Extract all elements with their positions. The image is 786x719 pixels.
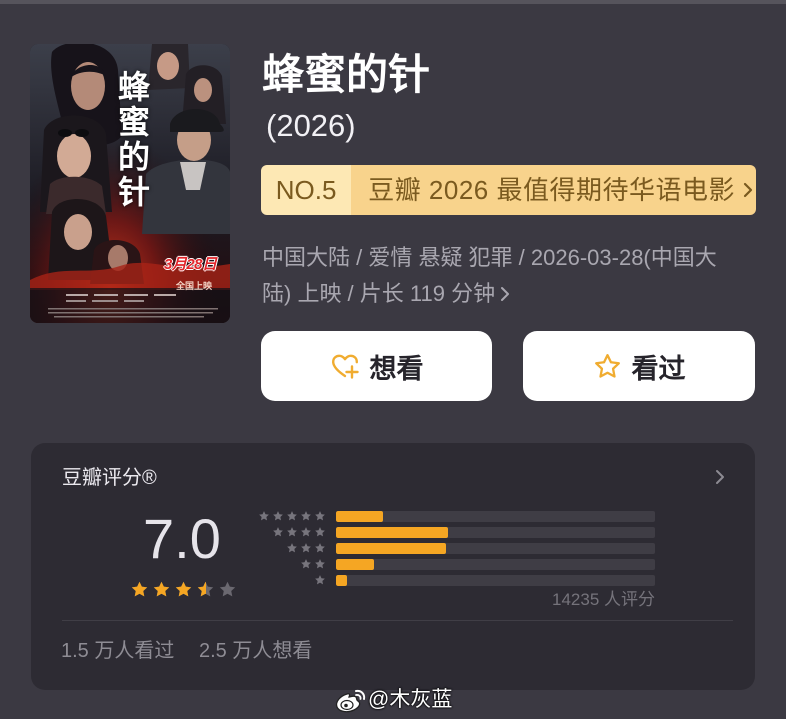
distribution-star-label (226, 510, 326, 522)
distribution-star-label (226, 526, 326, 538)
divider (62, 620, 733, 621)
distribution-bar-fill (336, 574, 348, 586)
small-star-icon (259, 511, 269, 521)
want-to-watch-button[interactable]: 想看 (261, 331, 492, 401)
small-star-icon (315, 527, 325, 537)
small-star-icon (301, 511, 311, 521)
rank-list-link[interactable]: 豆瓣 2026 最值得期待华语电影 (351, 165, 756, 215)
movie-meta-info[interactable]: 中国大陆 / 爱情 悬疑 犯罪 / 2026-03-28(中国大陆) 上映 / … (262, 240, 732, 312)
small-star-icon (287, 527, 297, 537)
movie-meta-text: 中国大陆 / 爱情 悬疑 犯罪 / 2026-03-28(中国大陆) 上映 / … (262, 245, 717, 306)
chevron-right-icon (501, 287, 510, 301)
small-star-icon (315, 575, 325, 585)
chevron-right-icon[interactable] (714, 468, 726, 486)
rating-distribution-row-2 (31, 558, 731, 570)
poster-title-text: 蜂蜜的针 (114, 70, 150, 210)
small-star-icon (273, 511, 283, 521)
rating-heading: 豆瓣评分® (62, 467, 157, 489)
distribution-star-label (226, 542, 326, 554)
distribution-star-label (226, 558, 326, 570)
distribution-bar-track (336, 542, 655, 554)
weibo-icon (335, 689, 366, 713)
small-star-icon (287, 543, 297, 553)
small-star-icon (315, 543, 325, 553)
star-outline-icon (594, 353, 620, 378)
watched-count[interactable]: 1.5 万人看过 (61, 639, 174, 663)
small-star-icon (287, 511, 297, 521)
small-star-icon (315, 559, 325, 569)
rating-distribution-row-1 (31, 574, 731, 586)
distribution-bar-track (336, 574, 655, 586)
distribution-bar-fill (336, 526, 449, 538)
distribution-star-label (226, 574, 326, 586)
watched-button[interactable]: 看过 (523, 331, 755, 401)
poster-date-text: 3月28日 (164, 256, 217, 273)
watermark-text: @木灰蓝 (368, 688, 453, 711)
distribution-bar-track (336, 526, 655, 538)
poster-release-text: 全国上映 (176, 281, 213, 291)
wishlist-count[interactable]: 2.5 万人想看 (199, 639, 312, 663)
top-edge (0, 0, 786, 4)
small-star-icon (301, 527, 311, 537)
ranking-badge[interactable]: NO.5 豆瓣 2026 最值得期待华语电影 (261, 165, 756, 215)
distribution-bar-track (336, 510, 655, 522)
distribution-bar-track (336, 558, 655, 570)
distribution-bar-fill (336, 558, 375, 570)
rank-list-label: 豆瓣 2026 最值得期待华语电影 (368, 175, 735, 205)
heart-plus-icon (331, 354, 359, 379)
small-star-icon (301, 543, 311, 553)
distribution-bar-fill (336, 510, 383, 522)
rating-distribution-row-4 (31, 526, 731, 538)
chevron-right-icon (743, 182, 753, 198)
small-star-icon (315, 511, 325, 521)
small-star-icon (273, 527, 283, 537)
movie-title: 蜂蜜的针 (262, 51, 431, 98)
rating-distribution-row-5 (31, 510, 731, 522)
want-to-watch-label: 想看 (369, 353, 424, 384)
rank-number: NO.5 (261, 165, 352, 215)
rating-count: 14235 人评分 (552, 590, 655, 609)
rating-distribution-row-3 (31, 542, 731, 554)
movie-year: (2026) (266, 108, 356, 143)
movie-poster[interactable]: 蜂蜜的针 3月28日 全国上映 (30, 44, 230, 323)
rating-card[interactable]: 豆瓣评分® 7.0 14235 人评分 1.5 万人看过 2.5 万人想看 (31, 443, 755, 690)
watched-label: 看过 (631, 353, 686, 384)
distribution-bar-fill (336, 542, 447, 554)
small-star-icon (301, 559, 311, 569)
